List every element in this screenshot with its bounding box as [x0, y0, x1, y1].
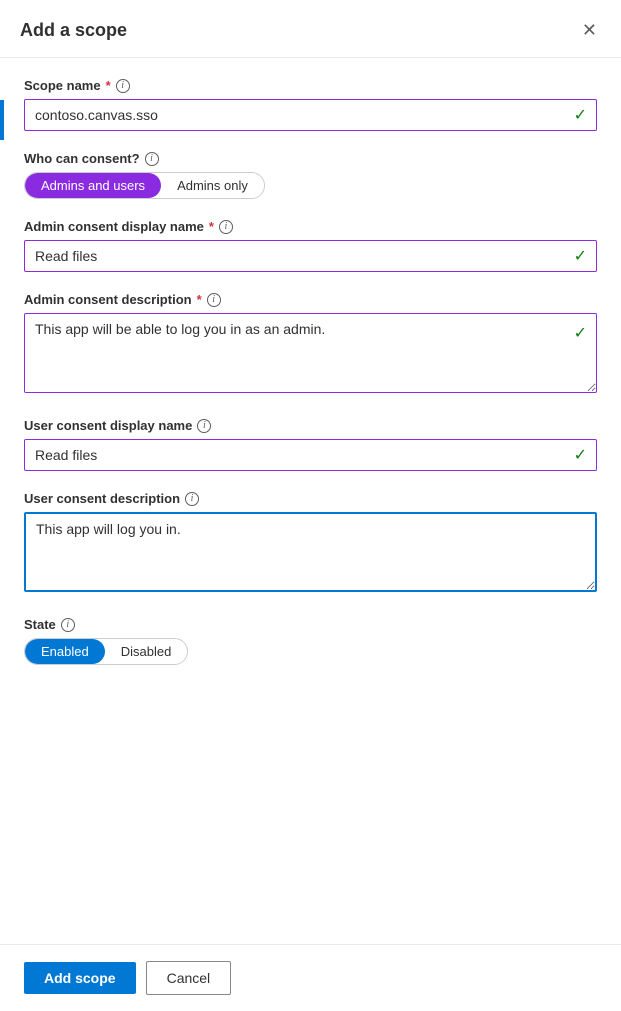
scope-name-field: Scope name * i ✓ — [24, 78, 597, 131]
who-can-consent-field: Who can consent? i Admins and users Admi… — [24, 151, 597, 199]
admin-consent-description-wrapper: This app will be able to log you in as a… — [24, 313, 597, 398]
admin-consent-description-check-icon: ✓ — [574, 323, 587, 343]
user-consent-description-input[interactable]: This app will log you in. — [24, 512, 597, 592]
admin-consent-description-field: Admin consent description * i This app w… — [24, 292, 597, 398]
cancel-button[interactable]: Cancel — [146, 961, 232, 995]
who-can-consent-info-icon[interactable]: i — [145, 152, 159, 166]
close-icon: ✕ — [582, 20, 597, 41]
user-consent-description-field: User consent description i This app will… — [24, 491, 597, 597]
state-info-icon[interactable]: i — [61, 618, 75, 632]
admin-consent-display-name-wrapper: ✓ — [24, 240, 597, 272]
user-consent-display-name-check-icon: ✓ — [574, 445, 587, 465]
user-consent-display-name-label: User consent display name i — [24, 418, 597, 433]
add-scope-dialog: Add a scope ✕ Scope name * i ✓ Who can c… — [0, 0, 621, 1011]
admin-consent-display-name-field: Admin consent display name * i ✓ — [24, 219, 597, 272]
dialog-body: Scope name * i ✓ Who can consent? i Admi… — [0, 58, 621, 944]
user-consent-display-name-wrapper: ✓ — [24, 439, 597, 471]
scope-name-check-icon: ✓ — [574, 105, 587, 125]
dialog-title: Add a scope — [20, 20, 127, 41]
state-label: State i — [24, 617, 597, 632]
user-consent-description-info-icon[interactable]: i — [185, 492, 199, 506]
admin-consent-description-info-icon[interactable]: i — [207, 293, 221, 307]
state-field: State i Enabled Disabled — [24, 617, 597, 665]
required-star-2: * — [209, 219, 214, 234]
admin-consent-display-name-label: Admin consent display name * i — [24, 219, 597, 234]
required-star: * — [106, 78, 111, 93]
state-toggle-group: Enabled Disabled — [24, 638, 188, 665]
add-scope-button[interactable]: Add scope — [24, 962, 136, 994]
user-consent-display-name-field: User consent display name i ✓ — [24, 418, 597, 471]
dialog-footer: Add scope Cancel — [0, 944, 621, 1011]
admin-consent-description-input[interactable]: This app will be able to log you in as a… — [24, 313, 597, 393]
admin-consent-display-name-input[interactable] — [24, 240, 597, 272]
scope-name-input[interactable] — [24, 99, 597, 131]
dialog-header: Add a scope ✕ — [0, 0, 621, 58]
admin-consent-description-label: Admin consent description * i — [24, 292, 597, 307]
scope-name-info-icon[interactable]: i — [116, 79, 130, 93]
enabled-toggle[interactable]: Enabled — [25, 639, 105, 664]
admins-only-toggle[interactable]: Admins only — [161, 173, 264, 198]
admin-consent-display-info-icon[interactable]: i — [219, 220, 233, 234]
admin-consent-display-name-check-icon: ✓ — [574, 246, 587, 266]
sidebar-indicator — [0, 100, 4, 140]
user-consent-display-info-icon[interactable]: i — [197, 419, 211, 433]
close-button[interactable]: ✕ — [578, 16, 601, 45]
who-can-consent-toggle-group: Admins and users Admins only — [24, 172, 265, 199]
disabled-toggle[interactable]: Disabled — [105, 639, 188, 664]
scope-name-input-wrapper: ✓ — [24, 99, 597, 131]
user-consent-description-label: User consent description i — [24, 491, 597, 506]
scope-name-label: Scope name * i — [24, 78, 597, 93]
user-consent-description-wrapper: This app will log you in. — [24, 512, 597, 597]
user-consent-display-name-input[interactable] — [24, 439, 597, 471]
admins-and-users-toggle[interactable]: Admins and users — [25, 173, 161, 198]
who-can-consent-label: Who can consent? i — [24, 151, 597, 166]
required-star-3: * — [197, 292, 202, 307]
